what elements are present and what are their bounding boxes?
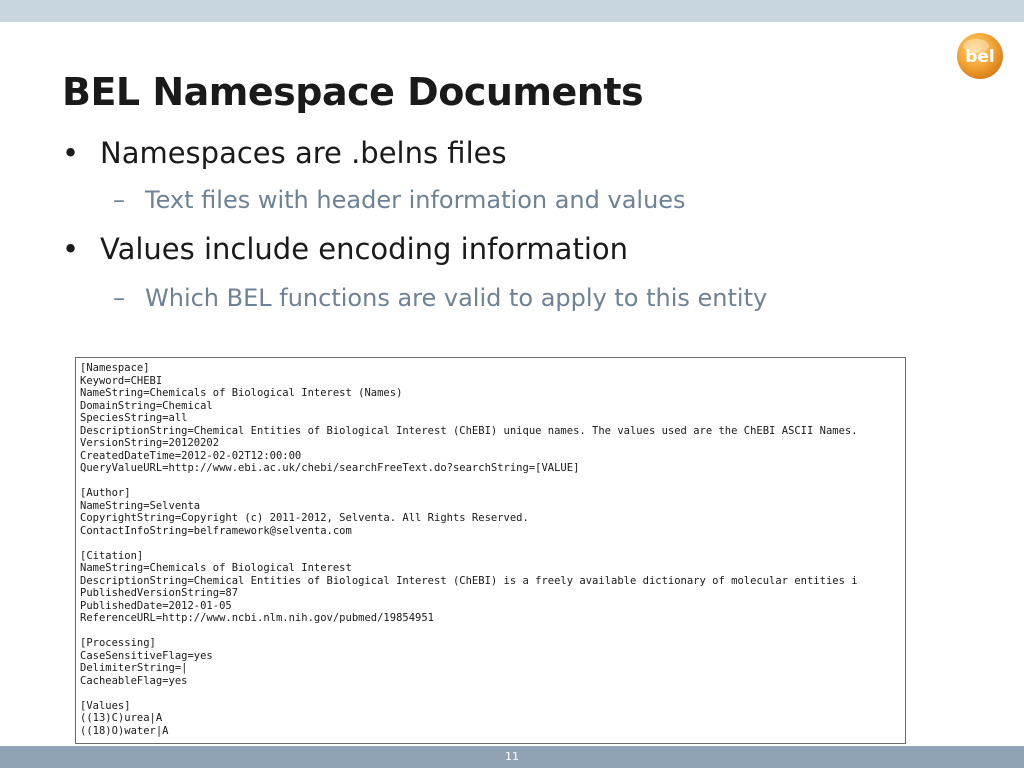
bullet-1: • Namespaces are .belns files	[62, 136, 507, 170]
top-banner	[0, 0, 1024, 22]
sub-bullet-1: – Text files with header information and …	[113, 186, 686, 214]
bullet-marker: •	[62, 136, 80, 170]
namespace-file-content: [Namespace] Keyword=CHEBI NameString=Che…	[80, 362, 858, 737]
sub-bullet-text: Which BEL functions are valid to apply t…	[145, 284, 768, 312]
bullet-text: Namespaces are .belns files	[100, 136, 507, 170]
sub-bullet-text: Text files with header information and v…	[145, 186, 686, 214]
bel-logo: bel	[957, 33, 1003, 79]
page-number: 11	[505, 750, 519, 763]
bullet-text: Values include encoding information	[100, 232, 629, 266]
bullet-marker: •	[62, 232, 80, 266]
logo-text: bel	[965, 47, 995, 67]
namespace-file-screenshot: [Namespace] Keyword=CHEBI NameString=Che…	[75, 357, 906, 744]
sub-bullet-2: – Which BEL functions are valid to apply …	[113, 284, 767, 312]
sub-bullet-marker: –	[113, 186, 125, 214]
sub-bullet-marker: –	[113, 284, 125, 312]
slide-title: BEL Namespace Documents	[62, 70, 644, 114]
bullet-2: • Values include encoding information	[62, 232, 628, 266]
